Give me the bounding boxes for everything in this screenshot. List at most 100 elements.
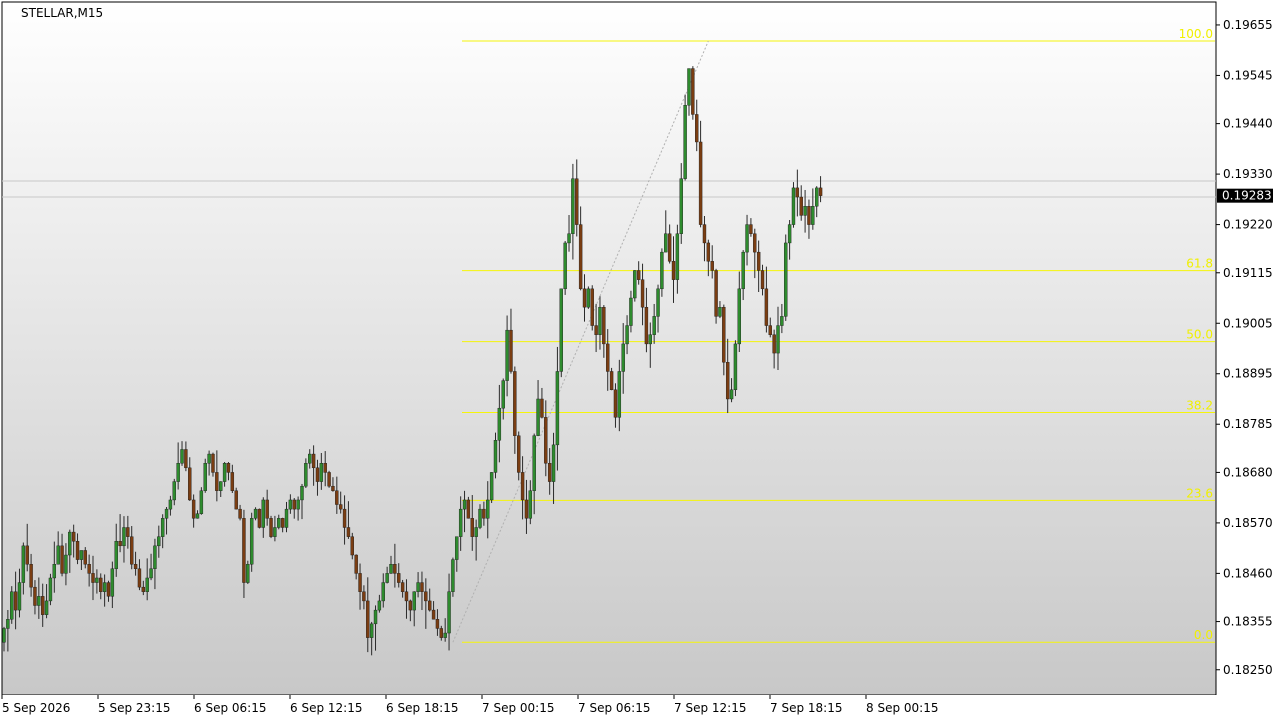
bear-candle (346, 527, 351, 537)
bull-candle (168, 499, 173, 510)
bull-candle (381, 582, 385, 602)
bull-candle (652, 316, 656, 335)
bull-candle (598, 306, 602, 335)
bull-candle (528, 490, 533, 519)
bull-candle (536, 398, 540, 436)
bull-candle (571, 178, 575, 234)
price-tick-label: 0.18460 (1223, 566, 1273, 580)
bull-candle (617, 371, 622, 418)
bear-candle (582, 288, 587, 308)
bear-candle (482, 508, 486, 519)
bull-candle (195, 513, 200, 519)
bull-candle (741, 251, 745, 290)
bear-candle (292, 499, 296, 510)
bear-candle (753, 233, 757, 253)
bull-candle (486, 499, 490, 519)
bear-candle (722, 306, 726, 363)
bear-candle (184, 449, 188, 469)
time-tick-label: 6 Sep 06:15 (194, 701, 266, 715)
bull-candle (733, 343, 738, 391)
bull-candle (145, 577, 149, 592)
bear-candle (342, 508, 347, 528)
bear-candle (13, 591, 18, 611)
bear-candle (191, 499, 196, 519)
fib-level-label: 100.0 (1179, 27, 1213, 41)
bear-candle (795, 187, 800, 198)
bull-candle (389, 564, 393, 574)
bull-candle (780, 316, 784, 326)
bull-candle (621, 343, 625, 372)
bear-candle (431, 609, 436, 620)
bull-candle (253, 508, 258, 519)
bear-candle (671, 261, 676, 280)
bear-candle (75, 541, 80, 560)
bear-candle (130, 536, 134, 565)
bull-candle (555, 371, 560, 446)
bear-candle (575, 178, 579, 225)
price-tick-label: 0.19545 (1223, 68, 1273, 82)
bull-candle (718, 306, 722, 317)
time-tick-label: 7 Sep 12:15 (674, 701, 746, 715)
current-price-tag: 0.19283 (1217, 188, 1273, 203)
bear-candle (517, 435, 521, 473)
price-axis[interactable] (1216, 2, 1280, 695)
bear-candle (524, 499, 529, 519)
bull-candle (222, 463, 227, 482)
bull-candle (6, 619, 10, 629)
bull-candle (288, 499, 293, 510)
bull-candle (776, 325, 780, 354)
bear-candle (509, 329, 513, 372)
price-tick-label: 0.19440 (1223, 117, 1273, 131)
bear-candle (41, 596, 45, 615)
candlestick-chart[interactable]: 100.0 61.8 50.0 38.2 23.6 0.0 0.19655 0.19545 0… (0, 0, 1280, 720)
time-tick-label: 5 Sep 23:15 (98, 701, 170, 715)
bull-candle (369, 623, 374, 638)
time-tick-label: 7 Sep 18:15 (770, 701, 842, 715)
bear-candle (799, 196, 803, 216)
bear-candle (756, 251, 761, 271)
bull-candle (110, 568, 115, 597)
bear-candle (807, 206, 811, 225)
bear-candle (408, 600, 413, 611)
bull-candle (203, 463, 207, 491)
bear-candle (466, 499, 471, 519)
bull-candle (2, 628, 6, 643)
bull-candle (377, 600, 382, 611)
bull-candle (172, 481, 176, 501)
bear-candle (234, 490, 238, 510)
bull-candle (261, 499, 265, 528)
bull-candle (10, 591, 14, 620)
bear-candle (772, 334, 776, 354)
bear-candle (702, 224, 707, 244)
bull-candle (629, 297, 633, 326)
bear-candle (366, 600, 370, 638)
bear-candle (393, 564, 397, 574)
bear-candle (818, 187, 823, 196)
bull-candle (284, 508, 289, 528)
bear-candle (25, 545, 29, 565)
bull-candle (296, 499, 300, 510)
bull-candle (497, 407, 502, 441)
bull-candle (501, 380, 505, 409)
bull-candle (563, 242, 567, 290)
chart-window[interactable]: 100.0 61.8 50.0 38.2 23.6 0.0 0.19655 0.19545 0… (0, 0, 1280, 720)
bear-candle (768, 325, 772, 335)
bull-candle (474, 527, 478, 537)
bull-candle (373, 609, 378, 625)
price-tick-label: 0.19115 (1223, 266, 1273, 280)
bull-candle (114, 541, 118, 569)
bear-candle (404, 591, 409, 602)
bull-candle (791, 187, 796, 225)
bear-candle (188, 467, 192, 501)
bear-candle (760, 270, 765, 290)
fib-level-label: 23.6 (1186, 486, 1213, 500)
bear-candle (350, 536, 354, 556)
bull-candle (412, 591, 416, 611)
bear-candle (87, 564, 91, 574)
bull-candle (648, 334, 652, 345)
time-tick-label: 6 Sep 18:15 (386, 701, 458, 715)
bull-candle (505, 329, 509, 381)
bear-candle (540, 398, 544, 418)
bull-candle (675, 233, 680, 280)
symbol-label: STELLAR,M15 (21, 6, 103, 20)
